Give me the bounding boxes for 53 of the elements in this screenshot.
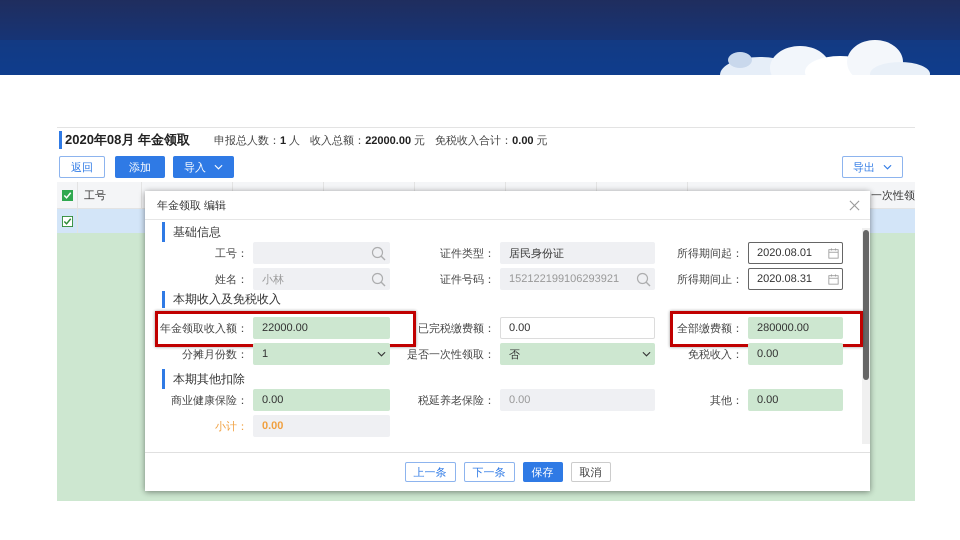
field-label: 已完税缴费额： <box>417 322 495 336</box>
search-icon <box>371 246 386 260</box>
field-label: 是否一次性领取： <box>406 348 495 362</box>
button[interactable]: 导入 <box>173 156 234 178</box>
field-label: 证件类型： <box>439 246 495 260</box>
dropdown[interactable]: 否 <box>500 343 655 365</box>
column-header[interactable]: 工号 <box>78 182 142 208</box>
button[interactable]: 保存 <box>522 462 562 482</box>
page-title: 2020年08月 年金领取 <box>59 131 190 149</box>
scrollbar[interactable] <box>862 228 870 444</box>
field-label: 分摊月份数： <box>181 348 248 362</box>
field-label: 工号： <box>214 246 248 260</box>
field-label: 所得期间止： <box>676 272 743 286</box>
input-field[interactable]: 0.00 <box>748 343 843 365</box>
summary-text: 免税收入合计：0.00 元 <box>435 134 548 148</box>
input-field[interactable]: 0.00 <box>253 389 390 411</box>
input-field[interactable]: 0.00 <box>748 389 843 411</box>
input-field[interactable]: 0.00 <box>500 317 655 339</box>
summary-text: 申报总人数：1 人 <box>214 134 300 148</box>
field-label: 姓名： <box>214 272 248 286</box>
field-label: 所得期间起： <box>676 246 743 260</box>
button[interactable]: 返回 <box>59 156 105 178</box>
summary-text: 收入总额：22000.00 元 <box>310 134 426 148</box>
button[interactable]: 导出 <box>842 156 903 178</box>
field-label: 年金领取收入额： <box>159 322 248 336</box>
search-icon <box>371 272 386 286</box>
input-field[interactable]: 280000.00 <box>748 317 843 339</box>
field-label: 全部缴费额： <box>676 322 743 336</box>
dialog-title: 年金领取 编辑 <box>157 198 226 212</box>
calendar-icon <box>828 274 839 284</box>
button[interactable]: 上一条 <box>404 462 456 482</box>
caret-icon <box>214 164 223 170</box>
button[interactable]: 添加 <box>115 156 165 178</box>
field-label: 商业健康保险： <box>170 394 248 408</box>
date-field[interactable]: 2020.08.31 <box>748 268 843 290</box>
input-field[interactable]: 居民身份证 <box>500 242 655 264</box>
caret-icon <box>377 351 386 357</box>
dropdown[interactable]: 1 <box>253 343 390 365</box>
field-label: 税延养老保险： <box>417 394 495 408</box>
date-field[interactable]: 2020.08.01 <box>748 242 843 264</box>
field-label: 证件号码： <box>439 272 495 286</box>
search-icon <box>636 272 651 286</box>
caret-icon <box>883 164 892 170</box>
button[interactable]: 取消 <box>570 462 610 482</box>
field-label: 免税收入： <box>687 348 743 362</box>
close-icon <box>849 200 860 210</box>
input-field[interactable]: 22000.00 <box>253 317 390 339</box>
field-label: 小计： <box>214 420 248 434</box>
button[interactable]: 下一条 <box>464 462 514 482</box>
calendar-icon <box>828 248 839 258</box>
field-label: 其他： <box>709 394 743 408</box>
close-button[interactable] <box>847 198 862 212</box>
caret-icon <box>642 351 651 357</box>
